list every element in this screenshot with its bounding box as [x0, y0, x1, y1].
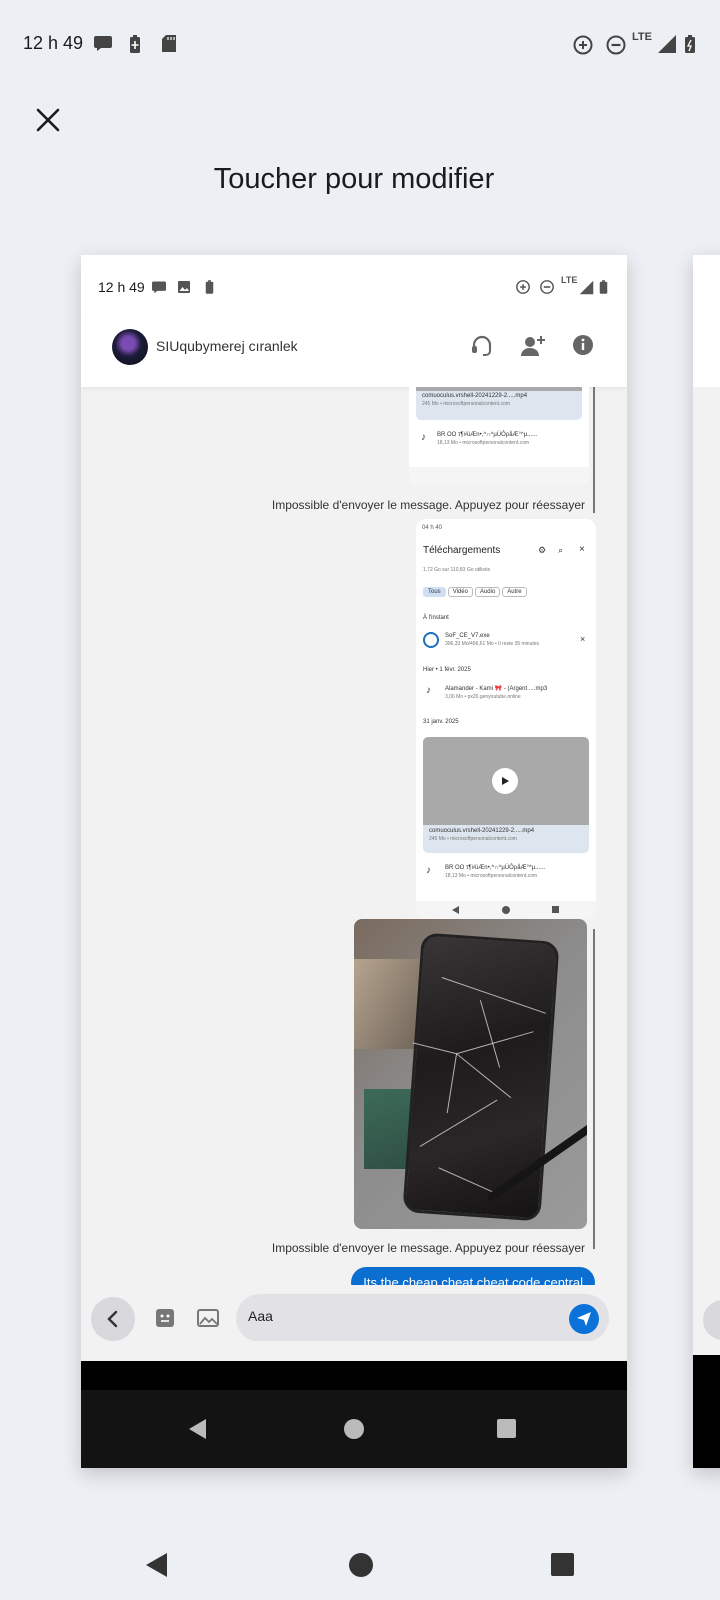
music-note-icon: ♪ — [421, 432, 426, 443]
sticker-icon[interactable] — [154, 1307, 176, 1334]
mini-downloads-title: Téléchargements — [423, 545, 501, 556]
mini-video-caption: comuoculus.vrshell-20241229-2.....mp4 24… — [416, 390, 582, 420]
data-saver-icon — [516, 280, 530, 294]
photo-message[interactable] — [354, 919, 587, 1229]
close-icon: × — [579, 544, 585, 555]
cancel-icon: × — [580, 634, 586, 644]
mini-video-thumbnail — [423, 737, 589, 825]
screenshot-preview[interactable]: 12 h 49 LTE SIUqubymerej cıranlek comuoc… — [81, 255, 627, 1468]
music-note-icon: ♪ — [426, 865, 431, 876]
sd-card-icon — [161, 34, 177, 58]
image-icon — [178, 281, 190, 293]
recents-square-icon — [551, 1553, 574, 1576]
send-icon — [577, 1312, 591, 1326]
recents-button[interactable] — [551, 1553, 574, 1581]
image-message[interactable]: 04 h 40 Téléchargements ⚙ ⌕ × 1,72 Go su… — [416, 519, 596, 919]
system-nav-bar — [0, 1530, 720, 1600]
message-thread[interactable]: comuoculus.vrshell-20241229-2.....mp4 24… — [81, 367, 627, 1387]
mini-nav — [409, 467, 589, 485]
mini-nav — [416, 901, 596, 919]
signal-icon — [657, 34, 677, 59]
preview-status-bar: 12 h 49 LTE — [81, 255, 627, 317]
battery-saver-icon — [129, 34, 141, 59]
search-icon: ⌕ — [558, 545, 564, 555]
mini-filter-chips: Tous Vidéo Audio Autre — [423, 587, 529, 597]
data-saver-icon — [572, 34, 594, 61]
settings-icon: ⚙ — [538, 545, 547, 555]
message-input[interactable] — [248, 1308, 548, 1324]
home-button[interactable] — [348, 1552, 374, 1583]
status-bar: 12 h 49 LTE — [0, 0, 720, 86]
gallery-icon[interactable] — [196, 1307, 220, 1334]
add-person-icon[interactable] — [519, 333, 547, 364]
send-error-text[interactable]: Impossible d'envoyer le message. Appuyez… — [272, 498, 585, 512]
home-circle-icon — [349, 1553, 373, 1577]
back-button[interactable] — [145, 1552, 169, 1583]
cracked-phone-image — [402, 932, 560, 1222]
close-button[interactable] — [28, 100, 68, 140]
pause-icon — [423, 632, 439, 648]
next-screenshot-preview[interactable] — [693, 255, 720, 1468]
message-field[interactable] — [236, 1294, 609, 1342]
contact-name[interactable]: SIUqubymerej cıranlek — [156, 338, 298, 354]
preview-nav-bar — [81, 1390, 627, 1468]
chat-bubble-icon — [93, 34, 113, 57]
signal-icon — [579, 280, 594, 295]
close-icon — [36, 108, 60, 132]
battery-saver-icon — [205, 280, 214, 294]
page-title: Toucher pour modifier — [213, 163, 495, 195]
info-icon[interactable] — [571, 333, 595, 362]
send-error-text[interactable]: Impossible d'envoyer le message. Appuyez… — [272, 1241, 585, 1255]
network-type: LTE — [632, 31, 652, 43]
collapse-button[interactable] — [91, 1297, 135, 1341]
recents-square-icon — [497, 1419, 516, 1438]
play-icon — [492, 768, 518, 794]
do-not-disturb-icon — [605, 34, 627, 61]
image-message[interactable]: comuoculus.vrshell-20241229-2.....mp4 24… — [409, 367, 589, 485]
preview-network-type: LTE — [561, 275, 578, 285]
battery-icon — [599, 280, 608, 294]
home-circle-icon — [344, 1419, 364, 1439]
support-icon[interactable] — [469, 333, 495, 364]
back-triangle-icon — [146, 1553, 167, 1577]
music-note-icon: ♪ — [426, 685, 431, 696]
status-time: 12 h 49 — [23, 33, 84, 53]
back-triangle-icon — [189, 1419, 206, 1439]
mini-audio-row: BR OO τ¶#üÆn•,^∩^µÚÔρåÆ°^µ...... 18,13 M… — [437, 432, 538, 446]
send-button[interactable] — [569, 1304, 599, 1334]
avatar[interactable] — [112, 329, 148, 365]
back-chevron-icon — [107, 1310, 118, 1328]
chat-bubble-icon — [152, 281, 166, 294]
do-not-disturb-icon — [540, 280, 554, 294]
battery-icon — [684, 34, 696, 59]
preview-status-time: 12 h 49 — [98, 279, 145, 295]
